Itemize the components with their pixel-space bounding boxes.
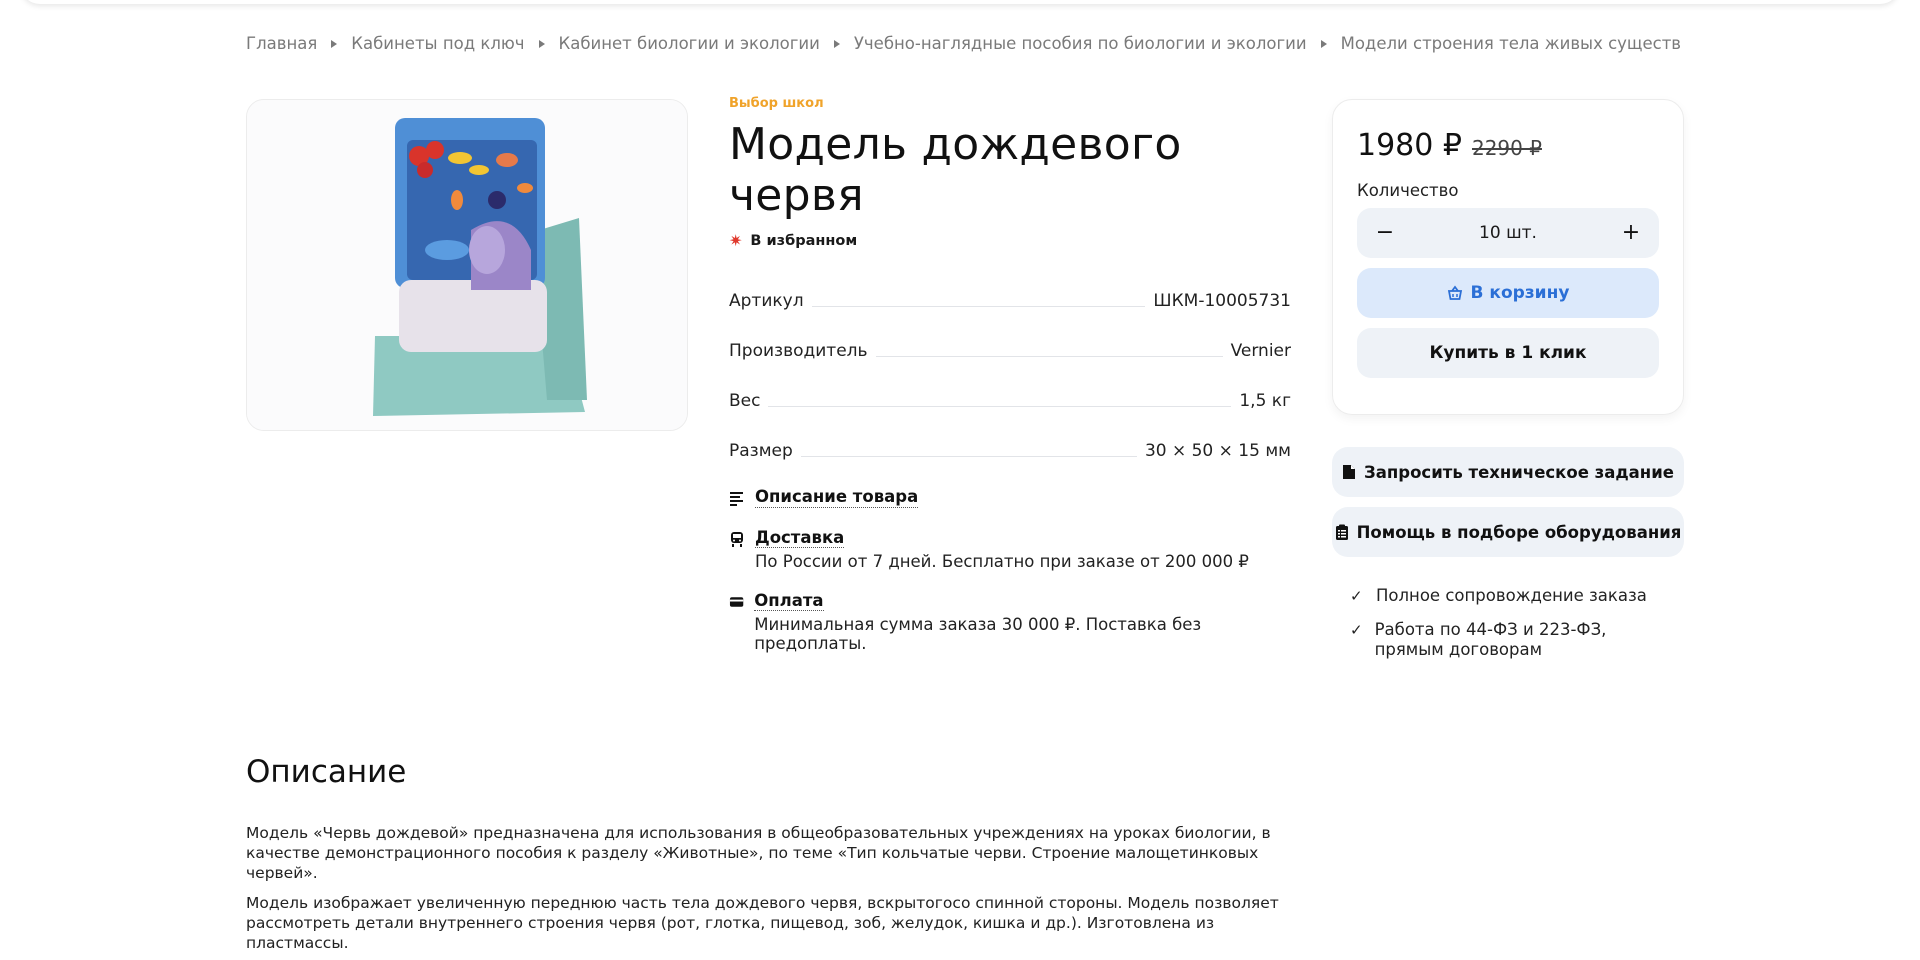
price-row: 1980 ₽ 2290 ₽ <box>1357 128 1659 163</box>
property-name: Размер <box>729 441 793 461</box>
breadcrumb-turnkey-rooms[interactable]: Кабинеты под ключ <box>351 34 524 53</box>
advantage-item: ✓ Полное сопровождение заказа <box>1350 586 1680 606</box>
checkmark-icon: ✓ <box>1350 621 1363 639</box>
product-image <box>247 100 687 430</box>
property-value: Vernier <box>1230 341 1291 361</box>
property-leader <box>768 406 1232 407</box>
delivery-link[interactable]: Доставка <box>755 528 845 548</box>
old-price: 2290 ₽ <box>1471 136 1542 160</box>
favorite-toggle[interactable]: ✷ В избранном <box>729 231 1291 250</box>
product-image-card[interactable] <box>246 99 688 431</box>
property-row-article: Артикул ШКМ-10005731 <box>729 287 1291 311</box>
quantity-label: Количество <box>1357 181 1459 200</box>
property-value: 30 × 50 × 15 мм <box>1144 441 1291 461</box>
header-bar-edge <box>20 0 1900 4</box>
quantity-decrease-button[interactable]: − <box>1375 222 1395 244</box>
advantage-text: Полное сопровождение заказа <box>1376 586 1647 605</box>
brand-label[interactable]: Выбор школ <box>729 96 1291 111</box>
help-selection-button[interactable]: Помощь в подборе оборудования <box>1332 507 1684 557</box>
property-name: Вес <box>729 391 761 411</box>
advantage-item: ✓ Работа по 44-ФЗ и 223-ФЗ, прямым догов… <box>1350 620 1680 660</box>
text-lines-icon <box>730 492 743 506</box>
basket-icon <box>1447 285 1462 300</box>
payment-link[interactable]: Оплата <box>754 591 824 611</box>
breadcrumb: Главная Кабинеты под ключ Кабинет биолог… <box>246 34 1681 53</box>
delivery-block: Доставка По России от 7 дней. Бесплатно … <box>729 528 1291 571</box>
payment-text: Минимальная сумма заказа 30 000 ₽. Поста… <box>754 615 1202 653</box>
request-spec-button[interactable]: Запросить техническое задание <box>1332 447 1684 497</box>
description-link[interactable]: Описание товара <box>755 487 919 508</box>
request-spec-label: Запросить техническое задание <box>1364 462 1674 482</box>
property-value: ШКМ-10005731 <box>1153 291 1291 311</box>
current-price: 1980 ₽ <box>1357 128 1462 163</box>
breadcrumb-body-models[interactable]: Модели строения тела живых существ <box>1341 34 1681 53</box>
clipboard-list-icon <box>1335 524 1348 540</box>
help-selection-label: Помощь в подборе оборудования <box>1356 522 1682 542</box>
property-value: 1,5 кг <box>1239 391 1291 411</box>
breadcrumb-separator-icon <box>331 39 338 48</box>
description-body: Модель «Червь дождевой» предназначена дл… <box>246 823 1286 953</box>
description-heading: Описание <box>246 754 407 790</box>
property-leader <box>875 356 1223 357</box>
property-row-weight: Вес 1,5 кг <box>729 387 1291 411</box>
property-leader <box>811 306 1146 307</box>
advantage-text: Работа по 44-ФЗ и 223-ФЗ, прямым договор… <box>1374 620 1607 659</box>
advantages-list: ✓ Полное сопровождение заказа ✓ Работа п… <box>1350 586 1680 674</box>
buy-card: 1980 ₽ 2290 ₽ Количество − 10 шт. + В ко… <box>1332 99 1684 415</box>
page-title: Модель дождевого червя <box>729 119 1182 221</box>
description-paragraph: Модель «Червь дождевой» предназначена дл… <box>246 824 1271 882</box>
add-to-cart-label: В корзину <box>1470 283 1570 303</box>
payment-block: Оплата Минимальная сумма заказа 30 000 ₽… <box>729 591 1291 653</box>
property-leader <box>800 456 1137 457</box>
checkmark-icon: ✓ <box>1350 587 1363 605</box>
quantity-increase-button[interactable]: + <box>1621 222 1641 244</box>
quantity-value[interactable]: 10 шт. <box>1479 223 1537 243</box>
property-name: Производитель <box>729 341 868 361</box>
document-icon <box>1343 465 1356 479</box>
property-row-manufacturer: Производитель Vernier <box>729 337 1291 361</box>
product-info: Выбор школ Модель дождевого червя ✷ В из… <box>729 96 1291 653</box>
property-name: Артикул <box>729 291 804 311</box>
favorite-star-icon: ✷ <box>729 231 743 250</box>
breadcrumb-separator-icon <box>538 39 545 48</box>
quantity-stepper: − 10 шт. + <box>1357 208 1659 258</box>
breadcrumb-separator-icon <box>833 39 840 48</box>
breadcrumb-biology-room[interactable]: Кабинет биологии и экологии <box>559 34 820 53</box>
description-link-row: Описание товара <box>729 487 1291 508</box>
description-paragraph: Модель изображает увеличенную переднюю ч… <box>246 894 1279 952</box>
favorite-label: В избранном <box>750 233 858 249</box>
breadcrumb-home[interactable]: Главная <box>246 34 317 53</box>
breadcrumb-separator-icon <box>1320 39 1327 48</box>
credit-card-icon <box>729 597 744 607</box>
product-properties: Артикул ШКМ-10005731 Производитель Verni… <box>729 287 1291 461</box>
delivery-text: По России от 7 дней. Бесплатно при заказ… <box>755 552 1249 571</box>
property-row-size: Размер 30 × 50 × 15 мм <box>729 437 1291 461</box>
buy-one-click-button[interactable]: Купить в 1 клик <box>1357 328 1659 378</box>
breadcrumb-visual-aids[interactable]: Учебно-наглядные пособия по биологии и э… <box>854 34 1307 53</box>
add-to-cart-button[interactable]: В корзину <box>1357 268 1659 318</box>
train-icon <box>731 532 743 547</box>
